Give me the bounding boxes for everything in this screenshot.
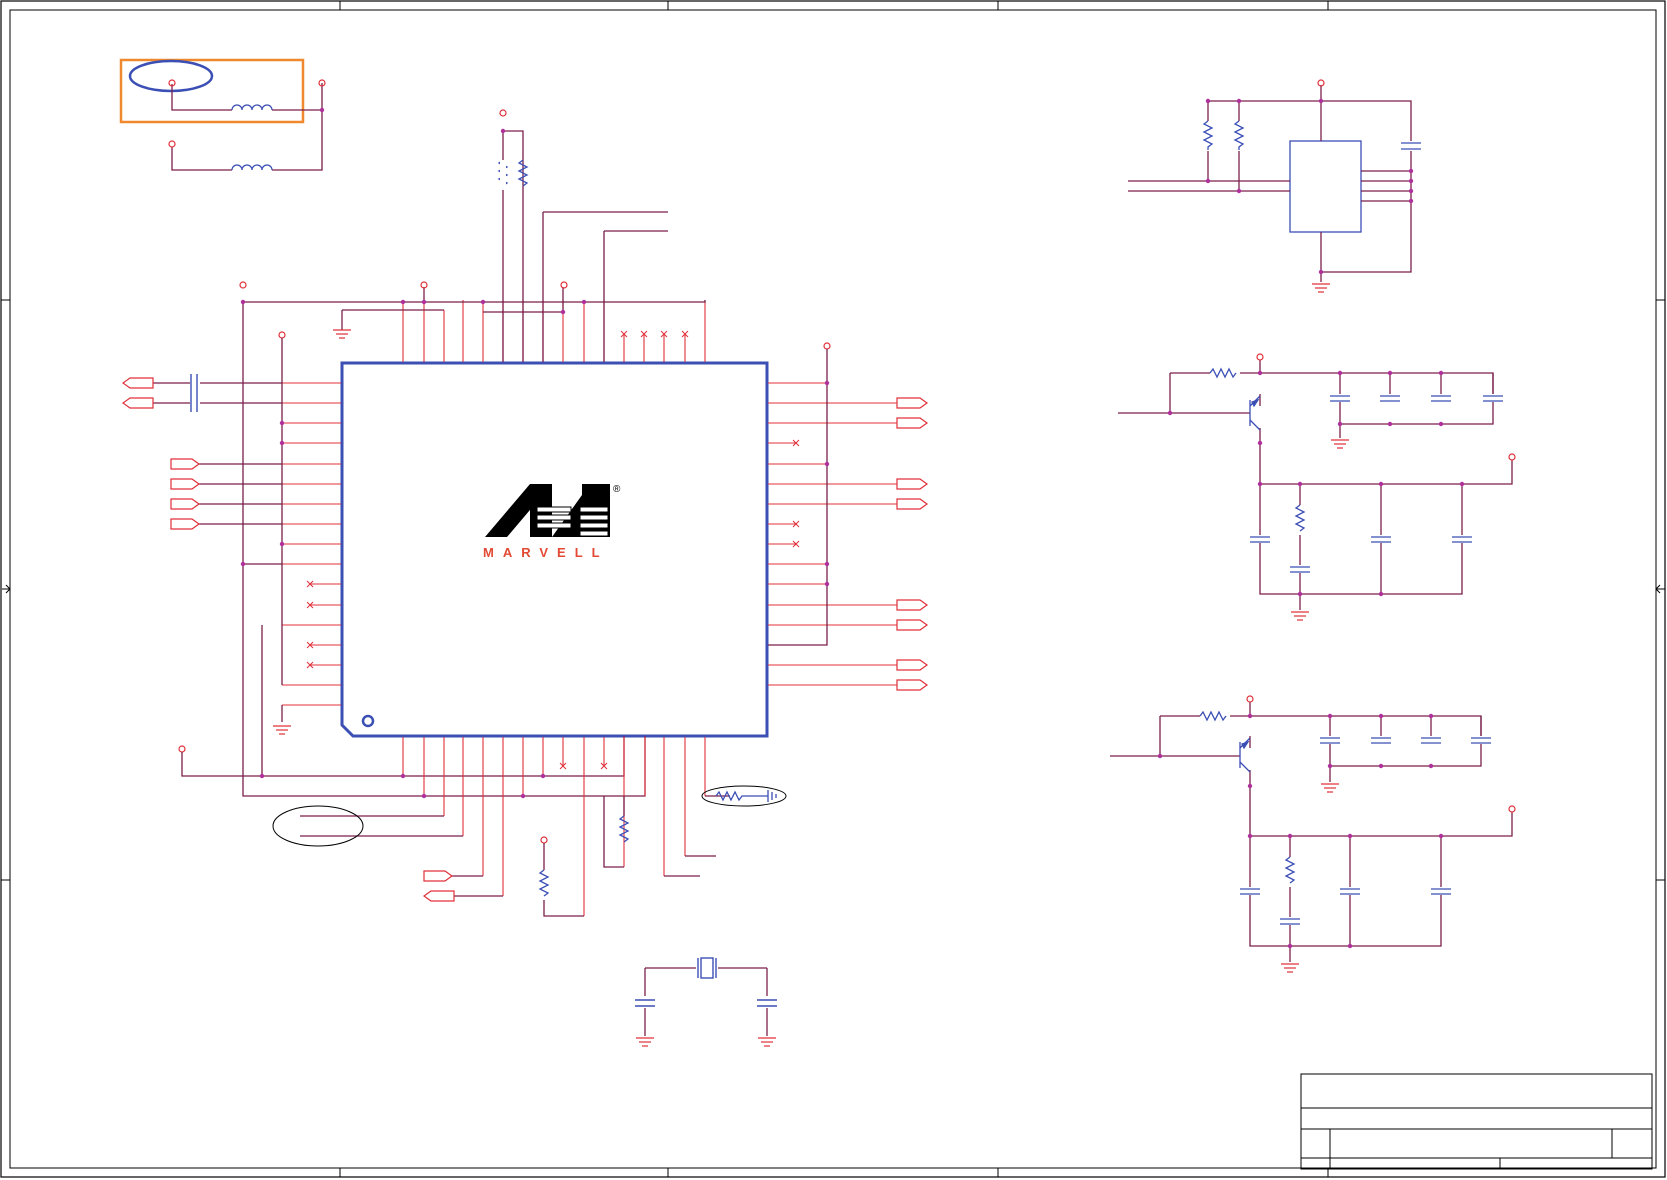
gnd-symbol-left (273, 725, 291, 735)
title-block (1300, 1073, 1653, 1170)
bottom-nets (300, 795, 730, 917)
highlight-ellipse (128, 59, 214, 93)
main-ic-marvell: ® MARVELL (340, 361, 769, 738)
ic-top-pins (402, 300, 706, 362)
right-nets (768, 349, 828, 646)
ic-bottom-pins (402, 737, 706, 916)
gnd-symbol-top (333, 329, 351, 339)
coupling-caps-left (190, 374, 198, 412)
no-connect-top (620, 330, 689, 338)
sheet-frame (0, 0, 1666, 1178)
regulator-2 (1110, 695, 1516, 973)
inductor-l2 (231, 164, 273, 171)
crystal-circuit (635, 957, 777, 1047)
marvell-wordmark: MARVELL (483, 545, 609, 560)
top-nets (243, 130, 706, 362)
inductor-l1 (231, 104, 273, 111)
schematic-canvas: ® MARVELL (0, 0, 1666, 1178)
resistor-bottom-h (715, 790, 777, 802)
ic-left-pins (282, 382, 341, 706)
regulator-1 (1118, 353, 1516, 621)
eeprom-chip (1289, 140, 1362, 233)
right-ports (896, 397, 929, 691)
no-connect-right (792, 439, 800, 548)
resistor-bottom-v2 (538, 869, 550, 897)
eeprom-block (1128, 79, 1421, 293)
inductor-block (119, 58, 326, 171)
highlight-box (119, 58, 305, 124)
left-ports (121, 377, 201, 530)
marvell-registered-mark: ® (613, 484, 621, 495)
ic-right-pins (768, 382, 897, 686)
highlight-ellipse-bottom-left (272, 805, 364, 847)
bottom-ports (422, 870, 455, 902)
